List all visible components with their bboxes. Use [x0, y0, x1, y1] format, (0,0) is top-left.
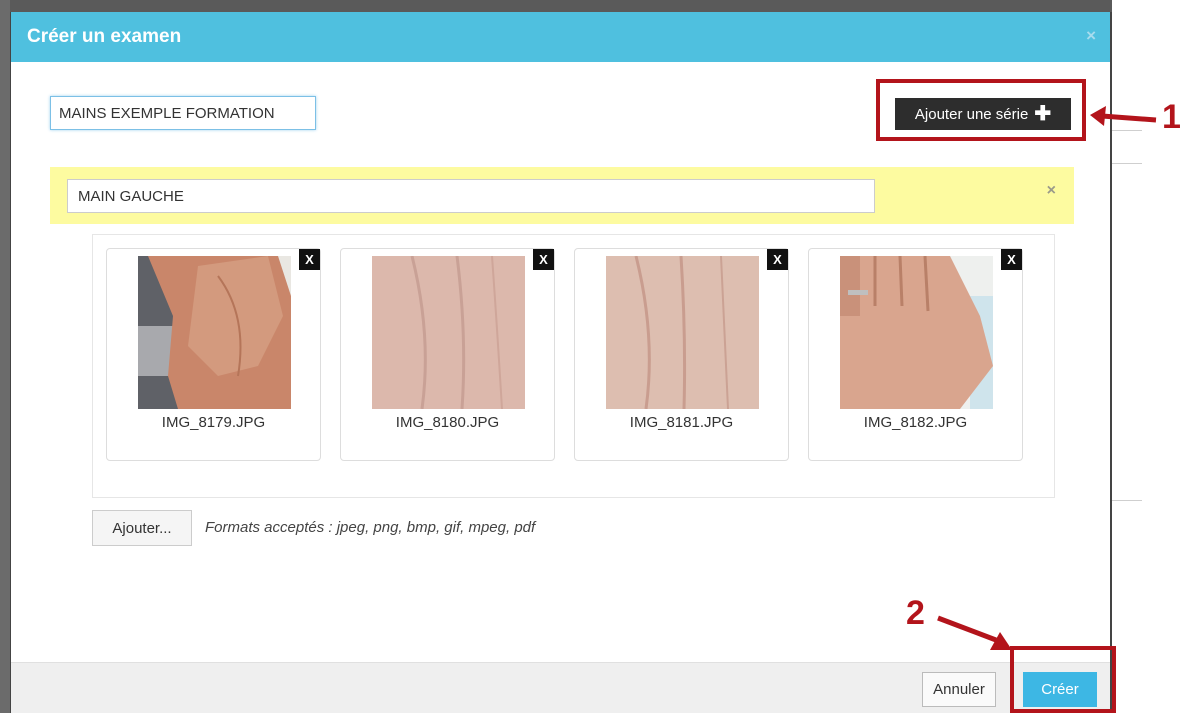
image-list: X IMG_8179.JPG X IMG_8180.JPG X IMG_8181… [92, 234, 1055, 498]
add-series-label: Ajouter une série [914, 105, 1029, 123]
image-filename: IMG_8181.JPG [629, 414, 734, 431]
modal-footer: Annuler Créer [11, 662, 1110, 713]
series-name-input[interactable] [67, 179, 875, 213]
image-card: X IMG_8181.JPG [574, 248, 789, 461]
image-card: X IMG_8180.JPG [340, 248, 555, 461]
modal-header: Créer un examen × [11, 12, 1110, 62]
remove-series-icon[interactable]: × [1047, 182, 1056, 200]
close-icon[interactable]: × [1086, 26, 1096, 46]
exam-name-input[interactable] [50, 96, 316, 130]
series-panel: × [50, 167, 1074, 224]
create-button[interactable]: Créer [1023, 672, 1097, 707]
accepted-formats-text: Formats acceptés : jpeg, png, bmp, gif, … [205, 519, 536, 536]
image-filename: IMG_8180.JPG [395, 414, 500, 431]
image-card: X IMG_8182.JPG [808, 248, 1023, 461]
plus-icon: ✚ [1034, 103, 1052, 125]
page-backdrop-left [0, 0, 10, 713]
callout-number-2: 2 [906, 594, 925, 632]
remove-image-button[interactable]: X [299, 249, 320, 270]
hand-photo-thumbnail[interactable] [840, 256, 993, 409]
image-card: X IMG_8179.JPG [106, 248, 321, 461]
add-series-button[interactable]: Ajouter une série ✚ [895, 98, 1071, 130]
cancel-button[interactable]: Annuler [922, 672, 996, 707]
image-filename: IMG_8182.JPG [863, 414, 968, 431]
create-exam-modal: Créer un examen × Ajouter une série ✚ × [10, 12, 1112, 713]
callout-number-1: 1 [1162, 98, 1181, 136]
add-files-button[interactable]: Ajouter... [92, 510, 192, 546]
modal-title: Créer un examen [27, 26, 182, 47]
remove-image-button[interactable]: X [767, 249, 788, 270]
image-filename: IMG_8179.JPG [161, 414, 266, 431]
hand-photo-thumbnail[interactable] [138, 256, 291, 409]
page-backdrop-top [0, 0, 1112, 12]
remove-image-button[interactable]: X [1001, 249, 1022, 270]
remove-image-button[interactable]: X [533, 249, 554, 270]
hand-photo-thumbnail[interactable] [606, 256, 759, 409]
hand-photo-thumbnail[interactable] [372, 256, 525, 409]
